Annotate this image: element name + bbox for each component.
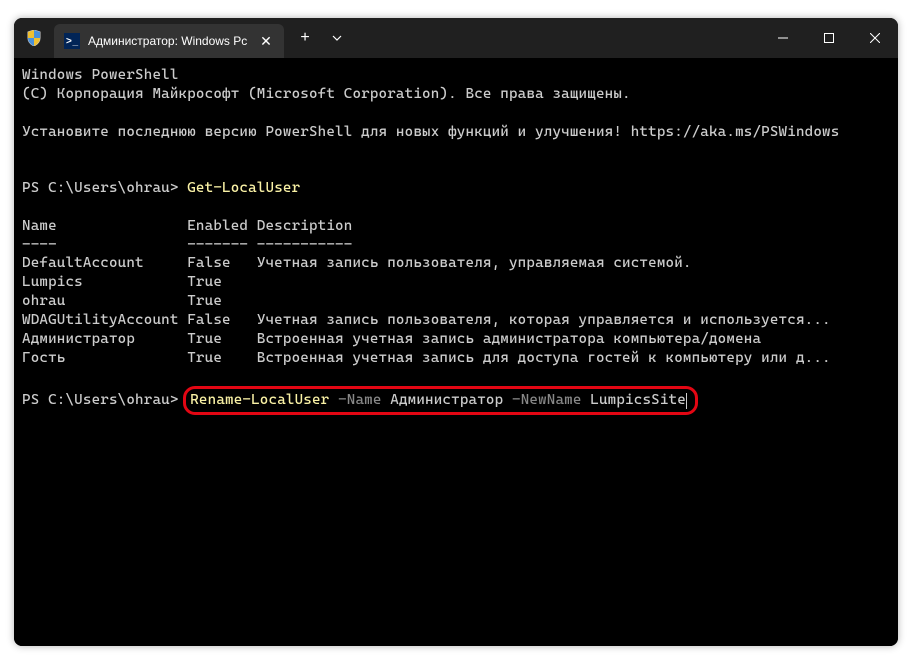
prompt-1-prefix: PS C:\Users\ohrau> [22,180,187,196]
param-name-value: Администратор [382,392,504,408]
ps-header-line1: Windows PowerShell [22,67,179,83]
highlighted-command: Rename-LocalUser -Name Администратор -Ne… [183,386,698,415]
new-tab-button[interactable]: + [288,21,322,55]
param-newname-value: LumpicsSite [582,392,686,408]
param-newname: -NewName [503,392,581,408]
close-tab-button[interactable]: ✕ [258,33,274,49]
param-name: -Name [329,392,381,408]
active-tab[interactable]: Администратор: Windows Pc ✕ [54,24,284,58]
prompt-1-command: Get-LocalUser [187,180,300,196]
title-bar: Администратор: Windows Pc ✕ + [14,18,898,58]
prompt-2-command: Rename-LocalUser [190,392,329,408]
maximize-button[interactable] [806,18,852,58]
tab-title: Администратор: Windows Pc [88,34,250,48]
prompt-2-prefix: PS C:\Users\ohrau> [22,392,187,408]
tab-dropdown-button[interactable] [322,21,352,55]
close-window-button[interactable] [852,18,898,58]
powershell-icon [64,33,80,49]
users-table: Name Enabled Description ---- ------- --… [22,218,831,366]
minimize-button[interactable] [760,18,806,58]
text-cursor [686,393,687,409]
ps-notice: Установите последнюю версию PowerShell д… [22,124,839,140]
uac-shield-icon [14,18,54,58]
window-controls [760,18,898,58]
terminal-body[interactable]: Windows PowerShell (C) Корпорация Майкро… [14,58,898,646]
ps-header-line2: (C) Корпорация Майкрософт (Microsoft Cor… [22,86,631,102]
terminal-window: Администратор: Windows Pc ✕ + Windows Po… [14,18,898,646]
